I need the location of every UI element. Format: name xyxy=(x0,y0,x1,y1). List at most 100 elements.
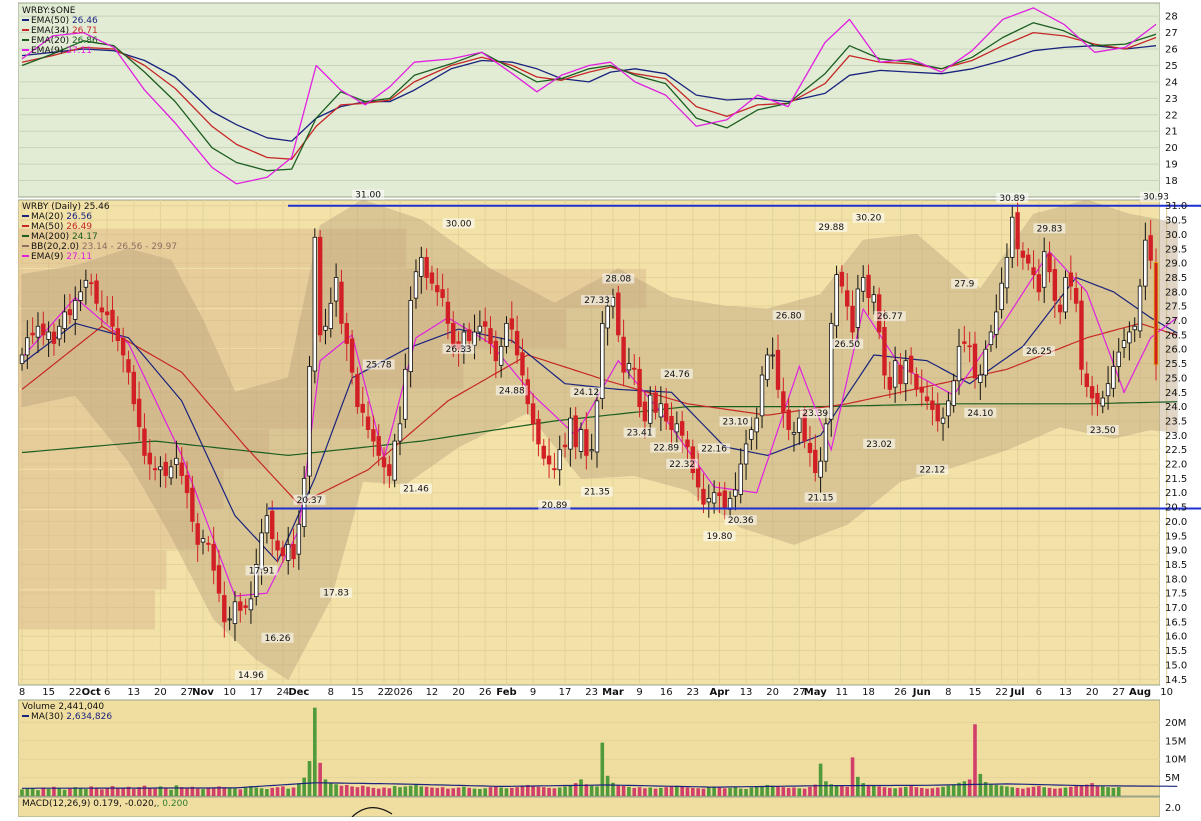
candle-body xyxy=(445,301,451,324)
candle-body xyxy=(387,464,392,476)
volume-bar xyxy=(270,787,275,796)
chart-window: 31.00 30.00 28.08 27.33 26.80 29.88 30.20 30.89… xyxy=(0,0,1201,818)
candle-body xyxy=(472,331,477,346)
candle-body xyxy=(584,429,589,456)
candle-body xyxy=(514,331,520,356)
price-annotation: 23.50 xyxy=(1090,426,1116,436)
volume-bar xyxy=(909,786,913,796)
x-tick-label: Feb xyxy=(496,687,516,698)
candle-body xyxy=(530,403,536,425)
x-tick-label: 20 xyxy=(1086,687,1099,698)
volume-bar xyxy=(1047,787,1052,796)
candle-body xyxy=(658,403,664,418)
volume-bar xyxy=(733,787,738,796)
candle-body xyxy=(1063,277,1068,313)
volume-bar xyxy=(238,789,243,796)
volume-bar xyxy=(520,785,525,796)
candle-body xyxy=(1148,235,1153,261)
volume-bar xyxy=(414,784,418,796)
volume-bar xyxy=(728,787,732,796)
volume-bar xyxy=(584,784,589,796)
price-y-tick-label: 28.5 xyxy=(1165,273,1187,284)
x-tick-label: Oct xyxy=(82,687,101,698)
volume-bar xyxy=(760,786,764,796)
x-tick-label: 17 xyxy=(559,687,572,698)
candle-body xyxy=(1020,250,1026,258)
price-y-tick-label: 30.0 xyxy=(1165,230,1187,241)
volume-bar xyxy=(973,724,977,796)
candle-body xyxy=(168,466,174,479)
x-tick-label: 6 xyxy=(104,687,110,698)
x-tick-label: 9 xyxy=(530,687,536,698)
candle-body xyxy=(280,547,286,557)
x-tick-label: 26 xyxy=(894,687,907,698)
volume-bar xyxy=(116,788,120,796)
candle-body xyxy=(1127,331,1132,344)
volume-bar xyxy=(467,787,472,796)
candle-body xyxy=(41,323,46,336)
candle-body xyxy=(371,429,376,442)
candle-body xyxy=(557,449,562,471)
candle-body xyxy=(882,327,887,376)
price-y-tick-label: 22.5 xyxy=(1165,445,1187,456)
volume-bar xyxy=(105,787,109,796)
volume-bar xyxy=(962,781,967,796)
candle-body xyxy=(935,404,940,422)
candle-body xyxy=(940,417,946,424)
volume-bar xyxy=(478,789,482,796)
volume-bar xyxy=(994,784,999,796)
price-y-tick-label: 19.5 xyxy=(1165,531,1187,542)
x-tick-label: 27 xyxy=(1112,687,1125,698)
candle-body xyxy=(967,345,972,348)
price-annotation: 26.25 xyxy=(1026,347,1052,357)
ratio-y-tick-label: 19 xyxy=(1165,160,1178,171)
price-annotation: 30.89 xyxy=(999,194,1025,204)
volume-bar xyxy=(978,773,983,796)
candle-body xyxy=(216,565,222,594)
candle-body xyxy=(206,542,211,545)
left-gutter xyxy=(0,0,18,817)
x-tick-label: 10 xyxy=(223,687,236,698)
candle-body xyxy=(1121,340,1127,348)
candle-body xyxy=(323,325,328,331)
candle-body xyxy=(307,366,312,477)
x-tick-label: Aug xyxy=(1129,687,1151,698)
candle-body xyxy=(312,236,318,372)
volume-bar xyxy=(946,785,951,796)
price-annotation: 21.46 xyxy=(403,485,429,495)
candle-body xyxy=(924,396,930,402)
candle-body xyxy=(110,309,115,327)
candle-body xyxy=(695,467,701,488)
candle-body xyxy=(621,336,626,373)
volume-bar xyxy=(446,788,450,796)
candle-body xyxy=(871,294,877,303)
volume-bar xyxy=(1079,785,1084,796)
price-annotation: 21.35 xyxy=(584,488,610,498)
legend-entry: MA(200) 24.17 xyxy=(31,232,98,242)
candle-body xyxy=(860,277,866,292)
price-annotation: 17.91 xyxy=(249,566,275,576)
ratio-y-tick-label: 27 xyxy=(1165,28,1178,39)
candle-body xyxy=(663,403,669,422)
candle-body xyxy=(408,300,413,373)
candle-body xyxy=(552,468,557,471)
candle-body xyxy=(120,337,126,356)
price-y-tick-label: 19.0 xyxy=(1165,546,1187,557)
ratio-y-tick-label: 20 xyxy=(1165,143,1178,154)
candle-body xyxy=(743,443,749,465)
candle-body xyxy=(589,449,594,452)
candle-body xyxy=(403,368,408,420)
x-tick-label: 22 xyxy=(995,687,1008,698)
volume-bar xyxy=(142,785,147,796)
candle-body xyxy=(355,374,360,408)
price-annotation: 19.80 xyxy=(707,532,733,542)
candle-body xyxy=(1052,269,1058,301)
candle-body xyxy=(190,487,195,522)
candle-body xyxy=(807,442,813,453)
volume-bar xyxy=(265,789,269,796)
candle-body xyxy=(1100,397,1105,407)
candle-body xyxy=(158,466,163,471)
volume-bar xyxy=(169,789,173,796)
volume-bar xyxy=(494,786,498,796)
candle-body xyxy=(365,416,371,430)
